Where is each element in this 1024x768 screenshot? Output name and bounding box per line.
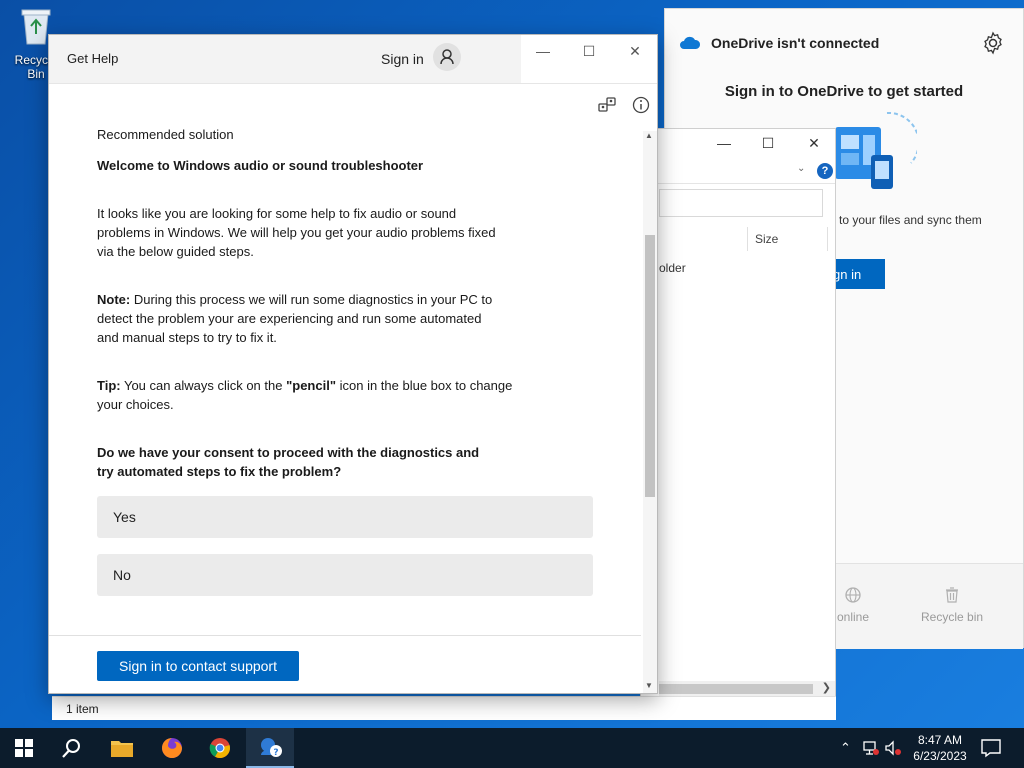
- scrollbar-thumb[interactable]: [645, 235, 655, 497]
- maximize-button[interactable]: ☐: [569, 41, 609, 61]
- onedrive-illustration-icon: [835, 111, 917, 189]
- no-button[interactable]: No: [97, 554, 593, 596]
- column-separator[interactable]: [827, 227, 828, 251]
- share-icon[interactable]: [597, 95, 617, 115]
- onedrive-title: Sign in to OneDrive to get started: [724, 83, 964, 100]
- onedrive-online-label: online: [837, 610, 870, 624]
- footer-divider: [49, 635, 641, 636]
- firefox-icon: [162, 738, 182, 758]
- get-help-window: Get Help Sign in — ☐ ✕ Recommended solut…: [48, 34, 658, 694]
- file-explorer-window: — ☐ ✕ ⌄ ? Size older ❯: [640, 128, 836, 720]
- info-icon[interactable]: [631, 95, 651, 115]
- note-line: detect the problem your are experiencing…: [97, 311, 482, 326]
- intro-line: problems in Windows. We will help you ge…: [97, 225, 496, 240]
- note-label: Note:: [97, 292, 131, 307]
- vertical-scrollbar[interactable]: ▲ ▼: [643, 131, 657, 693]
- volume-muted-icon[interactable]: [884, 740, 902, 756]
- onedrive-recycle-label: Recycle bin: [921, 610, 984, 624]
- explorer-divider: [641, 183, 835, 184]
- person-icon: [440, 49, 454, 65]
- yes-button[interactable]: Yes: [97, 496, 593, 538]
- tip-pencil: "pencil": [286, 378, 336, 393]
- taskbar-firefox[interactable]: [148, 728, 196, 768]
- search-icon: [62, 739, 80, 758]
- list-item[interactable]: older: [659, 261, 686, 275]
- windows-icon: [15, 739, 33, 757]
- welcome-heading: Welcome to Windows audio or sound troubl…: [97, 158, 424, 173]
- network-icon[interactable]: [862, 740, 880, 756]
- taskbar: ? ⌃ 8:47 AM 6/23/2023: [0, 728, 1024, 768]
- folder-icon: [111, 741, 133, 757]
- recommended-heading: Recommended solution: [97, 127, 234, 142]
- clock-date: 6/23/2023: [913, 749, 967, 763]
- explorer-minimize-button[interactable]: —: [709, 135, 739, 153]
- note-line: Note: During this process we will run so…: [97, 292, 492, 307]
- tip-line: Tip: You can always click on the "pencil…: [97, 378, 512, 393]
- onedrive-status-text: OneDrive isn't connected: [711, 35, 880, 51]
- contact-support-button[interactable]: Sign in to contact support: [97, 651, 299, 681]
- minimize-button[interactable]: —: [523, 41, 563, 61]
- tip-line: your choices.: [97, 397, 174, 412]
- intro-line: It looks like you are looking for some h…: [97, 206, 457, 221]
- get-help-icon: ?: [261, 738, 282, 758]
- scrollbar-thumb[interactable]: [659, 684, 813, 694]
- scroll-down-arrow[interactable]: ▼: [645, 681, 653, 690]
- intro-line: via the below guided steps.: [97, 244, 254, 259]
- globe-icon: [845, 587, 861, 603]
- avatar[interactable]: [433, 43, 461, 71]
- chrome-icon: [209, 738, 230, 759]
- horizontal-scrollbar[interactable]: ❯: [659, 681, 835, 697]
- taskbar-file-explorer[interactable]: [98, 728, 146, 768]
- consent-question: Do we have your consent to proceed with …: [97, 445, 480, 460]
- system-clock[interactable]: 8:47 AM 6/23/2023: [904, 732, 976, 764]
- taskbar-get-help[interactable]: ?: [246, 728, 294, 768]
- explorer-status-bar: 1 item: [52, 696, 836, 720]
- notification-center-icon[interactable]: [980, 738, 1002, 758]
- help-icon[interactable]: ?: [817, 163, 833, 179]
- app-title: Get Help: [67, 51, 119, 66]
- clock-time: 8:47 AM: [917, 733, 963, 747]
- onedrive-description: to your files and sync them: [839, 213, 982, 227]
- tip-text: You can always click on the: [120, 378, 287, 393]
- svg-text:?: ?: [273, 748, 278, 758]
- gear-icon[interactable]: [981, 31, 1005, 55]
- onedrive-header: OneDrive isn't connected: [679, 35, 879, 51]
- onedrive-cloud-icon: [680, 36, 701, 49]
- column-header-size[interactable]: Size: [755, 232, 778, 246]
- scroll-right-arrow[interactable]: ❯: [822, 681, 831, 694]
- explorer-search-box[interactable]: [659, 189, 823, 217]
- note-line: and manual steps to try to fix it.: [97, 330, 277, 345]
- status-item-count: 1 item: [66, 702, 99, 716]
- column-separator[interactable]: [747, 227, 748, 251]
- explorer-maximize-button[interactable]: ☐: [753, 135, 783, 153]
- consent-question: try automated steps to fix the problem?: [97, 464, 342, 479]
- explorer-close-button[interactable]: ✕: [799, 135, 829, 153]
- trash-icon: [946, 587, 959, 603]
- search-button[interactable]: [48, 728, 96, 768]
- sign-in-link[interactable]: Sign in: [381, 51, 424, 67]
- close-button[interactable]: ✕: [615, 41, 655, 61]
- tip-text: icon in the blue box to change: [336, 378, 513, 393]
- note-text: During this process we will run some dia…: [130, 292, 493, 307]
- title-divider: [49, 83, 657, 84]
- start-button[interactable]: [0, 728, 48, 768]
- onedrive-recycle-bin[interactable]: Recycle bin: [921, 586, 983, 624]
- scroll-up-arrow[interactable]: ▲: [645, 131, 653, 140]
- chevron-down-icon[interactable]: ⌄: [797, 163, 805, 174]
- onedrive-view-online[interactable]: online: [837, 586, 869, 624]
- taskbar-chrome[interactable]: [196, 728, 244, 768]
- tip-label: Tip:: [97, 378, 121, 393]
- show-hidden-icons-button[interactable]: ⌃: [840, 740, 851, 756]
